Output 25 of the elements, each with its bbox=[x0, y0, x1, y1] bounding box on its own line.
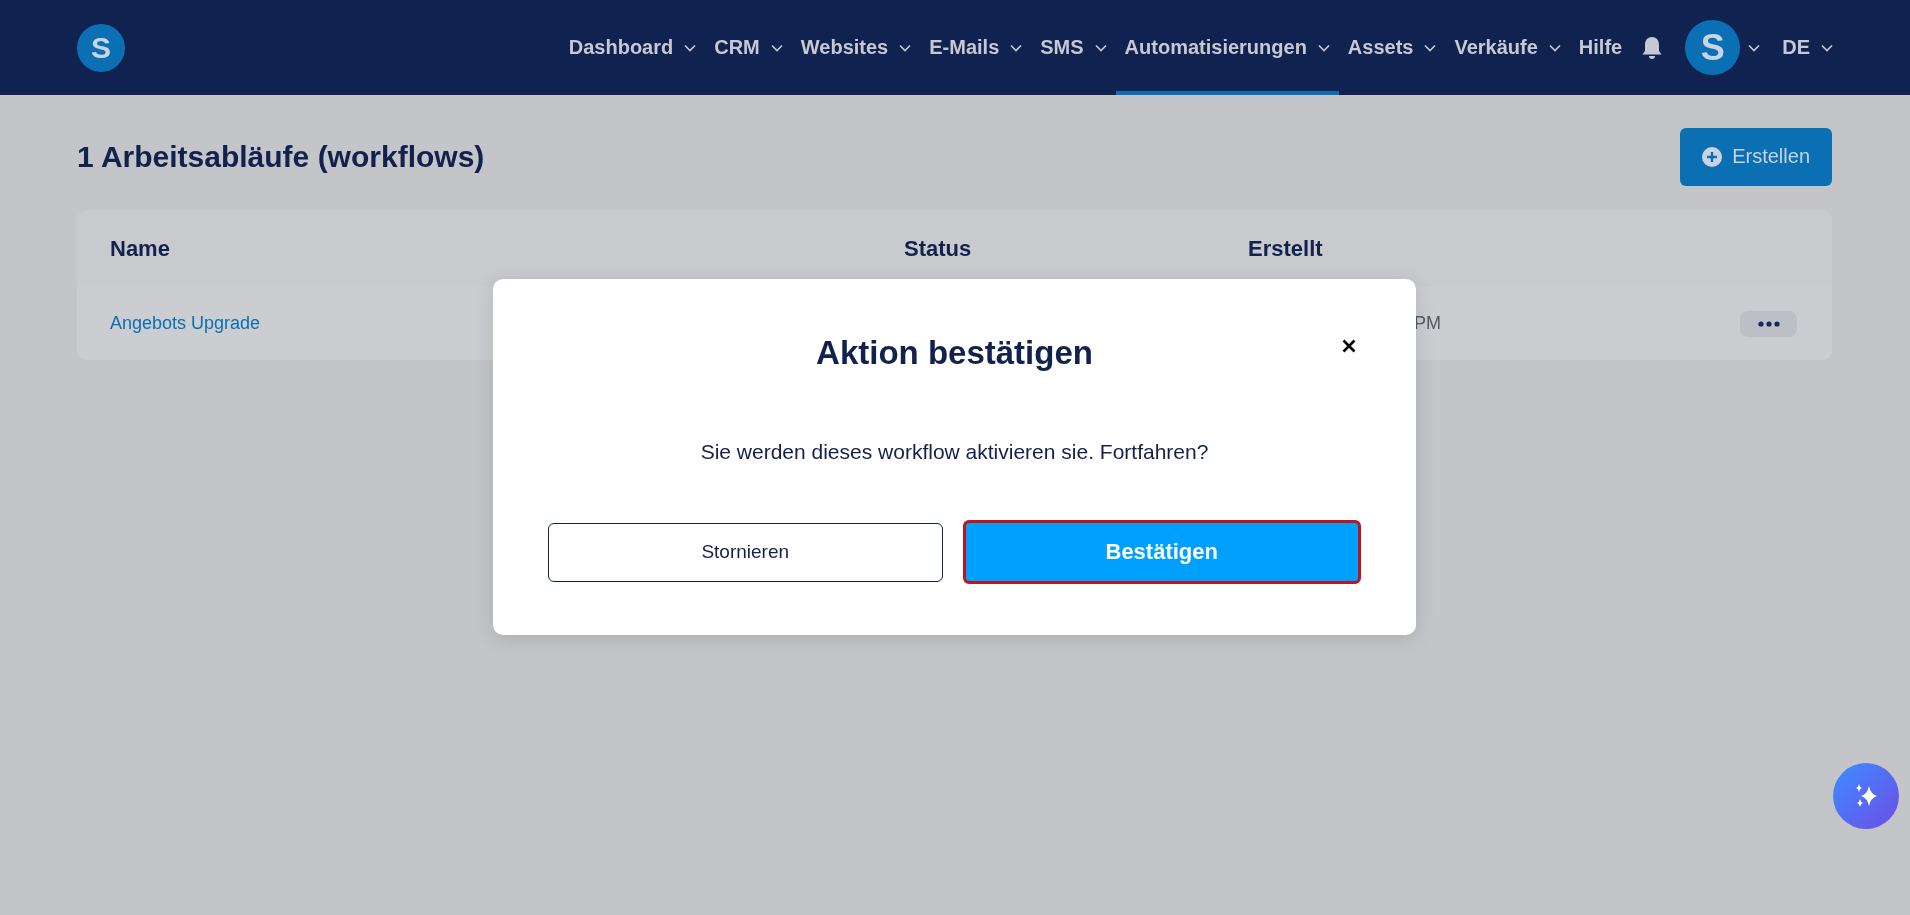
chevron-down-icon bbox=[1821, 43, 1833, 52]
nav-item[interactable]: E-Mails bbox=[920, 0, 1032, 95]
logo-icon[interactable]: S bbox=[77, 23, 125, 72]
nav-item[interactable]: CRM bbox=[705, 0, 792, 95]
page-title: 1 Arbeitsabläufe (workflows) bbox=[77, 139, 485, 174]
nav-item[interactable]: Dashboard bbox=[559, 0, 706, 95]
bell-icon[interactable] bbox=[1641, 35, 1664, 60]
cancel-button[interactable]: Stornieren bbox=[548, 522, 943, 582]
nav-item[interactable]: Hilfe bbox=[1569, 0, 1632, 95]
language-menu[interactable]: DE bbox=[1768, 0, 1833, 95]
more-button[interactable] bbox=[1740, 310, 1797, 337]
plus-circle-icon bbox=[1702, 146, 1723, 167]
dialog-title: Aktion bestätigen bbox=[816, 334, 1093, 372]
nav-item[interactable]: Assets bbox=[1338, 0, 1446, 95]
nav-item[interactable]: Automatisierungen bbox=[1115, 0, 1339, 95]
chevron-down-icon bbox=[1748, 43, 1761, 52]
dialog-message: Sie werden dieses workflow aktivieren sie. Fortfahren? bbox=[699, 440, 1210, 464]
column-header: Name bbox=[109, 235, 171, 262]
column-header: Status bbox=[904, 235, 973, 262]
create-button[interactable]: Erstellen bbox=[1680, 127, 1832, 186]
nav-item[interactable]: Verkäufe bbox=[1445, 0, 1570, 95]
column-header: Erstellt bbox=[1248, 235, 1324, 262]
nav-item[interactable]: Websites bbox=[791, 0, 921, 95]
nav-item[interactable]: SMS bbox=[1031, 0, 1116, 95]
dots-icon bbox=[1757, 320, 1780, 327]
